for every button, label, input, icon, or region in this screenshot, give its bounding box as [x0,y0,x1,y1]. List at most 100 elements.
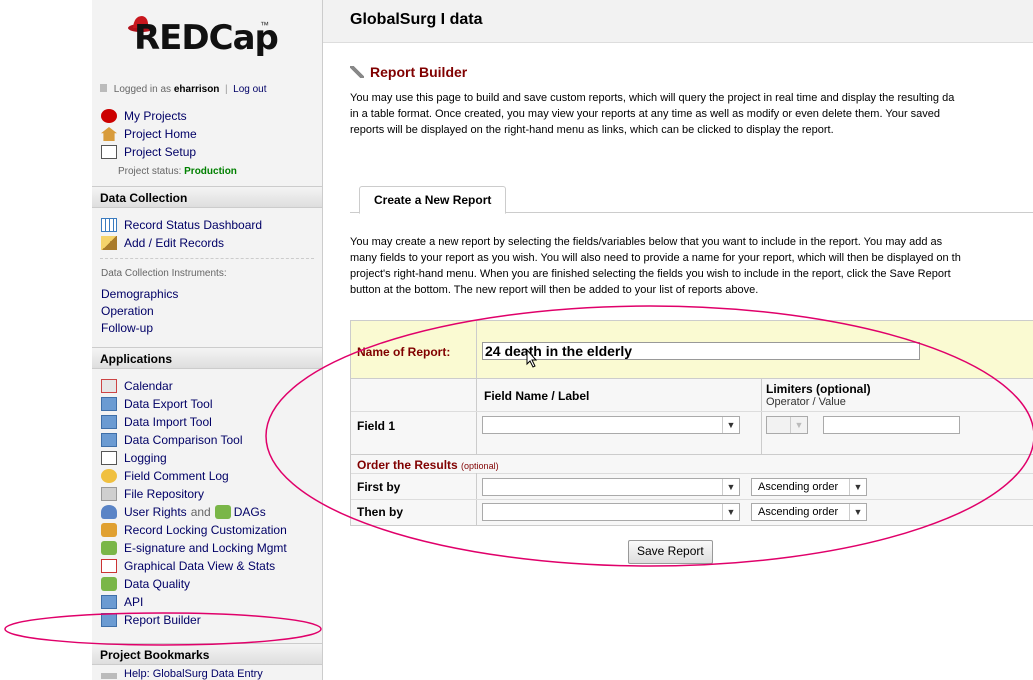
folder-icon [101,487,117,501]
sidebar-item-label: Data Comparison Tool [124,433,243,447]
chevron-down-icon: ▼ [722,504,739,520]
page-title-text: Report Builder [370,64,468,80]
sidebar-item-label: Graphical Data View & Stats [124,559,276,573]
grid-icon [101,218,117,232]
section-project-bookmarks: Project Bookmarks [92,643,322,665]
save-report-button[interactable]: Save Report [628,540,713,564]
log-icon [101,451,117,465]
groups-icon [214,505,231,519]
column-divider [761,379,762,454]
sidebar-item-label: Project Home [124,127,197,141]
create-instructions: You may create a new report by selecting… [350,234,1033,298]
sidebar-item-record-status-dashboard[interactable]: Record Status Dashboard [101,218,262,232]
limiters-subheader: Operator / Value [766,396,846,408]
project-status-value: Production [184,166,237,177]
logo-text: REDCap [134,18,279,58]
sidebar-item-label: User Rights [124,505,187,519]
sidebar-item-label: Record Locking Customization [124,523,287,537]
wrench-icon [350,66,364,78]
comment-icon [101,469,117,483]
first-by-field-select[interactable]: ▼ [482,478,740,496]
dags-link[interactable]: DAGs [234,505,266,519]
then-by-label: Then by [357,505,404,519]
section-data-collection: Data Collection [92,186,322,208]
field1-value-input[interactable] [823,416,960,434]
logout-link[interactable]: Log out [233,84,266,95]
pencil-icon [101,236,117,250]
and-text: and [190,505,211,519]
sidebar-item-api[interactable]: API [101,595,143,609]
sidebar-item-label: Calendar [124,379,173,393]
sidebar-item-data-export-tool[interactable]: Data Export Tool [101,397,213,411]
field1-label: Field 1 [357,419,396,433]
signature-icon [101,541,117,555]
intro-line: reports will be displayed on the right-h… [350,124,834,136]
sidebar-item-record-locking-customization[interactable]: Record Locking Customization [101,523,287,537]
sidebar-item-label: API [124,595,144,609]
sidebar-item-add-edit-records[interactable]: Add / Edit Records [101,236,224,250]
sidebar-item-data-quality[interactable]: Data Quality [101,577,190,591]
divider [100,258,314,259]
sidebar-item-label: File Repository [124,487,205,501]
export-icon [101,397,117,411]
report-icon [101,613,117,627]
instrument-follow-up[interactable]: Follow-up [101,321,153,335]
sidebar-item-label: Data Import Tool [124,415,212,429]
instrument-operation[interactable]: Operation [101,304,154,318]
first-by-order-value: Ascending order [758,481,839,493]
sidebar-item-report-builder[interactable]: Report Builder [101,613,201,627]
sidebar-item-label: Data Quality [124,577,191,591]
project-title: GlobalSurg I data [350,11,483,28]
sidebar-item-my-projects[interactable]: My Projects [101,109,187,123]
column-divider [476,321,477,454]
chevron-down-icon: ▼ [722,479,739,495]
logo-trademark: ™ [260,20,269,30]
sidebar-item-file-repository[interactable]: File Repository [101,487,204,501]
tab-create-new-report[interactable]: Create a New Report [359,186,507,214]
instruction-line: button at the bottom. The new report wil… [350,284,759,296]
order-results-title: Order the Results (optional) [357,458,499,472]
instrument-demographics[interactable]: Demographics [101,287,178,301]
chart-icon [101,559,117,573]
then-by-field-select[interactable]: ▼ [482,503,740,521]
then-by-order-select[interactable]: Ascending order ▼ [751,503,867,521]
username: eharrison [173,84,220,95]
chevron-down-icon: ▼ [849,479,866,495]
first-by-order-select[interactable]: Ascending order ▼ [751,478,867,496]
sidebar-item-field-comment-log[interactable]: Field Comment Log [101,469,229,483]
field1-select[interactable]: ▼ [482,416,740,434]
sidebar-item-label: Record Status Dashboard [124,218,263,232]
sidebar-item-label: Project Setup [124,145,197,159]
sidebar-item-logging[interactable]: Logging [101,451,167,465]
calendar-icon [101,379,117,393]
bookmark-help-link[interactable]: Help: GlobalSurg Data Entry [101,668,263,680]
sidebar-item-data-import-tool[interactable]: Data Import Tool [101,415,212,429]
api-icon [101,595,117,609]
sidebar: REDCap ™ Logged in as eharrison | Log ou… [92,0,323,680]
sidebar-item-project-setup[interactable]: Project Setup [101,145,196,159]
report-name-row: Name of Report: [351,321,1033,379]
sidebar-item-graphical-data-view[interactable]: Graphical Data View & Stats [101,559,275,573]
logged-in-prefix: Logged in as [113,84,172,95]
logged-in-info: Logged in as eharrison | Log out [100,84,267,95]
sidebar-item-user-rights[interactable]: User Rights and DAGs [101,505,266,519]
then-by-order-value: Ascending order [758,506,839,518]
chevron-down-icon: ▼ [722,417,739,433]
sidebar-item-e-signature[interactable]: E-signature and Locking Mgmt [101,541,287,555]
report-name-input[interactable] [482,342,920,360]
checklist-icon [101,145,117,159]
bookmark-label: Help: GlobalSurg Data Entry [124,668,263,680]
field1-operator-select[interactable]: ▼ [766,416,808,434]
order-optional-note: (optional) [461,461,499,471]
sidebar-item-label: Field Comment Log [124,469,229,483]
field-name-header: Field Name / Label [484,389,590,403]
import-icon [101,415,117,429]
red-hat-icon [101,109,117,123]
row-divider [351,411,1033,412]
sidebar-item-data-comparison-tool[interactable]: Data Comparison Tool [101,433,243,447]
sidebar-item-project-home[interactable]: Project Home [101,127,197,141]
quality-icon [101,577,117,591]
first-by-label: First by [357,480,401,494]
sidebar-item-calendar[interactable]: Calendar [101,379,173,393]
sidebar-item-label: Add / Edit Records [124,236,225,250]
